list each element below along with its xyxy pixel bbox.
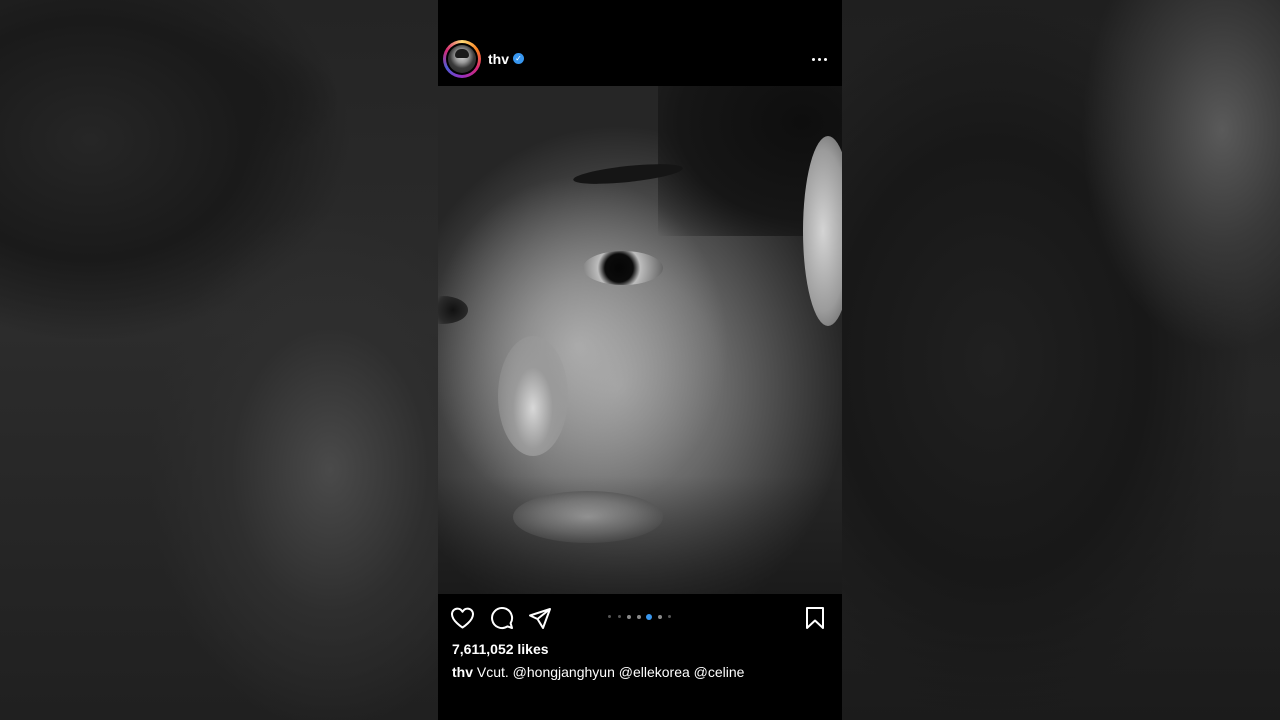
post-caption: thv Vcut. @hongjanghyun @ellekorea @celi… xyxy=(452,664,744,680)
action-bar xyxy=(438,600,842,636)
post-username[interactable]: thv xyxy=(488,51,509,67)
post-header: thv ✓ xyxy=(438,36,842,84)
story-ring[interactable] xyxy=(443,40,481,78)
carousel-dot-active xyxy=(646,613,652,620)
likes-count[interactable]: 7,611,052 likes xyxy=(452,641,549,657)
heart-icon[interactable] xyxy=(450,606,475,630)
instagram-post: thv ✓ 7,611,052 likes thv Vcut. @hongjan… xyxy=(438,0,842,720)
photo-eye-shape xyxy=(583,251,663,285)
blurred-background-left xyxy=(0,0,438,720)
caption-username[interactable]: thv xyxy=(452,664,473,680)
avatar[interactable] xyxy=(446,43,478,75)
carousel-dot xyxy=(627,614,631,619)
comment-icon[interactable] xyxy=(490,606,514,630)
photo-eye-shape-left xyxy=(438,296,468,324)
post-photo[interactable] xyxy=(438,86,842,594)
photo-nose-shape xyxy=(498,336,568,456)
more-options-icon[interactable] xyxy=(810,50,830,70)
carousel-dot xyxy=(658,614,662,619)
verified-badge-icon: ✓ xyxy=(513,53,524,64)
avatar-image xyxy=(448,45,476,73)
carousel-dot xyxy=(608,615,611,618)
photo-shadow xyxy=(438,476,842,594)
carousel-dot xyxy=(618,615,621,618)
carousel-dot xyxy=(637,614,641,619)
blurred-background-right xyxy=(842,0,1280,720)
carousel-dot xyxy=(668,615,671,618)
caption-text: Vcut. @hongjanghyun @ellekorea @celine xyxy=(476,664,745,680)
bookmark-icon[interactable] xyxy=(804,606,826,630)
carousel-indicator xyxy=(608,613,678,620)
send-icon[interactable] xyxy=(528,606,552,630)
